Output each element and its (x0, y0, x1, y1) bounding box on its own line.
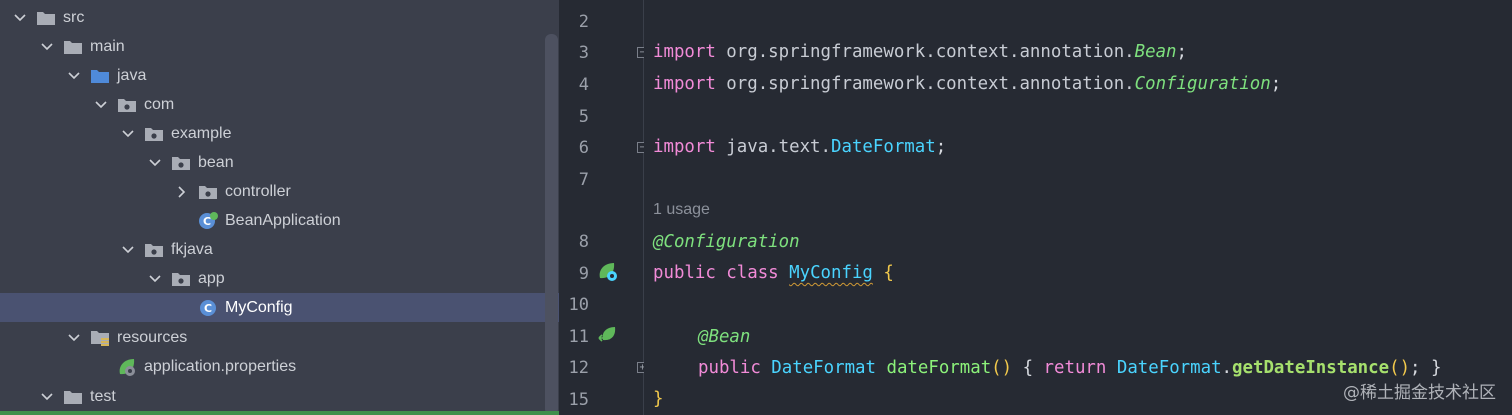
tree-item-label: example (171, 124, 232, 142)
line-number: 7 (578, 170, 589, 190)
tree-item-label: java (117, 66, 147, 84)
tree-item-main[interactable]: main (0, 32, 559, 61)
tree-item-label: controller (225, 182, 291, 200)
spring-boot-class-icon: C (197, 211, 219, 231)
tree-item-label: BeanApplication (225, 211, 341, 229)
usage-hint[interactable]: 1 usage (653, 201, 710, 219)
tree-item-label: app (198, 269, 225, 287)
project-tree: src main java com example bean controlle… (0, 0, 559, 415)
line-number: 6 (578, 138, 589, 158)
tree-item-test[interactable]: test (0, 382, 559, 411)
line-number: 4 (578, 75, 589, 95)
tree-item-label: fkjava (171, 240, 213, 258)
package-icon (197, 182, 219, 202)
tree-item-application-properties[interactable]: application.properties (0, 352, 559, 381)
code-line-6: import java.text.DateFormat; (653, 137, 947, 157)
spring-bean-navigate-icon[interactable] (597, 324, 619, 346)
chevron-down-icon[interactable] (92, 96, 110, 114)
tree-item-src[interactable]: src (0, 3, 559, 32)
chevron-down-icon[interactable] (38, 38, 56, 56)
tree-item-label: application.properties (144, 357, 297, 375)
folder-icon (62, 37, 84, 57)
line-number: 12 (568, 358, 589, 378)
package-icon (143, 240, 165, 260)
line-number: 8 (578, 232, 589, 252)
source-folder-icon (89, 66, 111, 86)
line-number: 15 (568, 390, 589, 410)
tree-item-label: com (144, 95, 175, 113)
package-icon (170, 153, 192, 173)
code-line-11: @Bean (698, 327, 751, 347)
line-number: 2 (578, 12, 589, 32)
chevron-down-icon[interactable] (11, 9, 29, 27)
tree-item-label: test (90, 387, 116, 405)
line-number: 3 (578, 43, 589, 63)
spring-properties-icon (116, 357, 138, 377)
tree-item-label: MyConfig (225, 298, 293, 316)
package-icon (170, 269, 192, 289)
code-line-3: import org.springframework.context.annot… (653, 42, 1188, 62)
tree-item-myconfig[interactable]: C MyConfig (0, 293, 559, 322)
code-line-8: @Configuration (653, 232, 800, 252)
code-line-15: } (653, 389, 664, 409)
line-number: 11 (568, 327, 589, 347)
tree-item-label: src (63, 8, 85, 26)
tree-item-label: main (90, 37, 125, 55)
chevron-down-icon[interactable] (119, 241, 137, 259)
tree-item-controller[interactable]: controller (0, 177, 559, 206)
chevron-down-icon[interactable] (38, 388, 56, 406)
tree-bottom-edge (0, 411, 559, 415)
package-icon (143, 124, 165, 144)
code-line-9: public class MyConfig { (653, 263, 894, 283)
svg-text:C: C (203, 215, 211, 228)
tree-item-beanapplication[interactable]: C BeanApplication (0, 206, 559, 235)
code-line-12: public DateFormat dateFormat() { return … (698, 358, 1442, 378)
code-editor[interactable]: import org.springframework.context.annot… (644, 0, 1512, 415)
tree-item-java[interactable]: java (0, 61, 559, 90)
package-icon (116, 95, 138, 115)
chevron-right-icon[interactable] (173, 183, 191, 201)
class-icon: C (197, 298, 219, 318)
chevron-down-icon[interactable] (146, 270, 164, 288)
tree-item-label: bean (198, 153, 234, 171)
line-number: 10 (568, 295, 589, 315)
tree-item-app[interactable]: app (0, 264, 559, 293)
chevron-down-icon[interactable] (146, 154, 164, 172)
folder-icon (62, 387, 84, 407)
chevron-down-icon[interactable] (65, 67, 83, 85)
folder-icon (35, 8, 57, 28)
chevron-down-icon[interactable] (65, 329, 83, 347)
tree-item-label: resources (117, 328, 188, 346)
chevron-down-icon[interactable] (119, 125, 137, 143)
resources-folder-icon (89, 328, 111, 348)
tree-item-resources[interactable]: resources (0, 323, 559, 352)
tree-item-fkjava[interactable]: fkjava (0, 235, 559, 264)
class-name: MyConfig (789, 263, 873, 283)
line-number: 9 (578, 264, 589, 284)
code-line-4: import org.springframework.context.annot… (653, 74, 1282, 94)
editor-gutter: 2 3 4 5 6 7 8 9 10 11 12 15 − − + (559, 0, 648, 415)
watermark: @稀土掘金技术社区 (1343, 383, 1496, 403)
spring-bean-config-icon[interactable] (597, 261, 619, 283)
tree-scrollbar[interactable] (545, 34, 558, 415)
line-number: 5 (578, 107, 589, 127)
tree-item-bean[interactable]: bean (0, 148, 559, 177)
svg-text:C: C (204, 302, 212, 315)
tree-item-example[interactable]: example (0, 119, 559, 148)
tree-item-com[interactable]: com (0, 90, 559, 119)
